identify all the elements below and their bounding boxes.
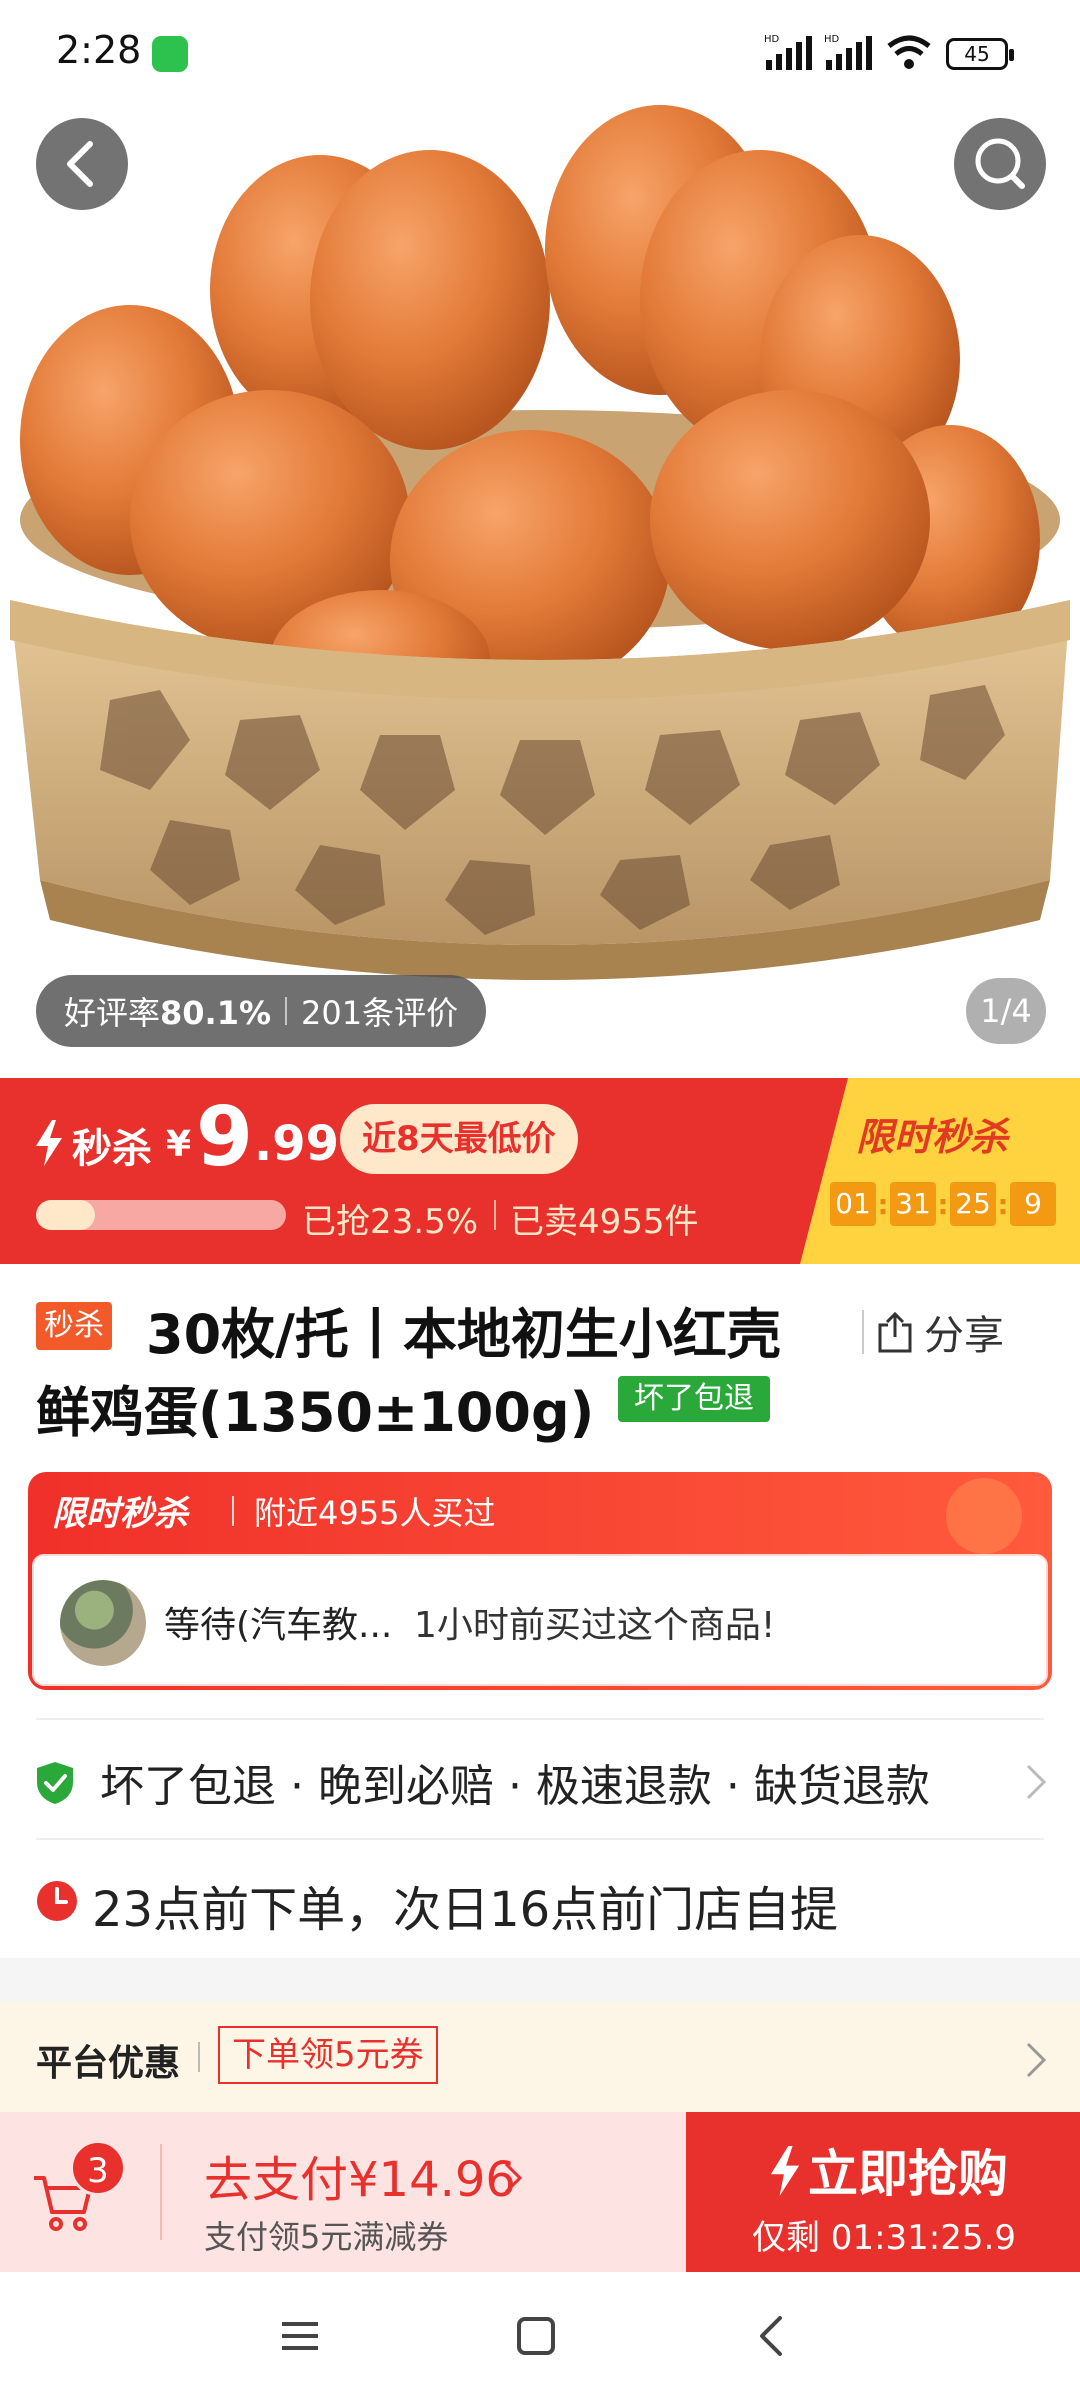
remaining-time: 仅剩 01:31:25.9 xyxy=(752,2218,1016,2258)
bolt-icon xyxy=(36,1120,62,1166)
buyers-card-separator xyxy=(232,1496,234,1526)
product-title-line2: 鲜鸡蛋(1350±100g) xyxy=(36,1381,595,1444)
countdown-colon: : xyxy=(877,1187,889,1221)
nav-back-icon[interactable] xyxy=(742,2306,802,2366)
flash-sale-label: 秒杀 xyxy=(72,1126,152,1172)
svg-text:HD: HD xyxy=(824,34,840,45)
countdown-timer: 01 : 31 : 25 : 9 xyxy=(830,1182,1056,1226)
recent-buyers-card[interactable]: 限时秒杀 附近4955人买过 等待(汽车教... 1小时前买过这个商品! xyxy=(28,1472,1052,1690)
egg-basket-image xyxy=(0,0,1080,1078)
service-guarantees-text: 坏了包退 · 晚到必赔 · 极速退款 · 缺货退款 xyxy=(100,1761,930,1812)
back-icon xyxy=(67,141,93,187)
rating-separator xyxy=(285,997,288,1025)
refund-tag: 坏了包退 xyxy=(618,1376,770,1422)
chevron-right-icon xyxy=(1026,1764,1047,1800)
wechat-notification-icon xyxy=(152,36,188,72)
countdown-tenths: 9 xyxy=(1010,1182,1056,1226)
review-count: 201条评价 xyxy=(301,994,459,1032)
sold-separator xyxy=(494,1200,496,1230)
limited-sale-title: 限时秒杀 xyxy=(856,1115,1009,1159)
bolt-icon xyxy=(770,2146,800,2196)
flash-tag: 秒杀 xyxy=(36,1302,112,1350)
coupon-chip[interactable]: 下单领5元券 xyxy=(218,2026,438,2084)
flash-sale-banner: 秒杀 ¥ 9 .99 近8天最低价 已抢23.5% 已卖4955件 限时秒杀 0… xyxy=(0,1078,1080,1264)
buyer-action: 1小时前买过这个商品! xyxy=(414,1605,776,1646)
product-title-line1: 30枚/托丨本地初生小红壳 xyxy=(146,1303,781,1366)
flash-badge-icon xyxy=(946,1478,1022,1554)
countdown-colon: : xyxy=(937,1187,949,1221)
shield-check-icon xyxy=(37,1762,73,1804)
pickup-info-text: 23点前下单，次日16点前门店自提 xyxy=(92,1882,839,1938)
service-guarantees-row[interactable]: 坏了包退 · 晚到必赔 · 极速退款 · 缺货退款 xyxy=(0,1720,1080,1838)
sale-progress-bar xyxy=(36,1200,286,1230)
share-icon xyxy=(878,1311,912,1353)
action-separator xyxy=(160,2144,162,2240)
battery-indicator: 45 xyxy=(946,38,1014,70)
coupon-separator xyxy=(198,2042,200,2072)
grabbed-percent: 已抢23.5% xyxy=(302,1202,479,1242)
home-icon[interactable] xyxy=(506,2306,566,2366)
price-currency: ¥ xyxy=(166,1124,192,1165)
share-label: 分享 xyxy=(924,1313,1004,1359)
cart-count-badge: 3 xyxy=(70,2140,126,2196)
system-navigation-bar xyxy=(0,2272,1080,2400)
price-decimal: .99 xyxy=(254,1116,340,1172)
bottom-action-bar: 3 去支付¥14.96 支付领5元满减券 立即抢购 仅剩 01:31:25.9 xyxy=(0,2112,1080,2272)
countdown-minutes: 31 xyxy=(890,1182,936,1226)
signal-icon: HD xyxy=(764,34,812,70)
menu-icon[interactable] xyxy=(270,2306,330,2366)
countdown-hours: 01 xyxy=(830,1182,876,1226)
countdown-colon: : xyxy=(997,1187,1009,1221)
pickup-info-row: 23点前下单，次日16点前门店自提 xyxy=(0,1840,1080,1958)
rating-value: 80.1% xyxy=(160,994,272,1032)
status-time: 2:28 xyxy=(56,28,142,72)
buyer-name: 等待(汽车教... xyxy=(164,1605,393,1646)
nearby-buyers: 附近4955人买过 xyxy=(254,1494,496,1532)
chevron-right-icon xyxy=(1026,2042,1047,2078)
wifi-icon xyxy=(887,35,931,69)
product-page: 好评率80.1% 201条评价 1/4 2:28 HD HD 45 秒杀 ¥ 9… xyxy=(0,0,1080,2400)
platform-coupon-row[interactable]: 平台优惠 下单领5元券 xyxy=(0,2002,1080,2112)
sale-progress-fill xyxy=(36,1200,95,1230)
search-icon xyxy=(975,138,1025,189)
svg-text:HD: HD xyxy=(764,34,780,45)
pay-subtitle: 支付领5元满减券 xyxy=(204,2218,449,2256)
buyers-card-title: 限时秒杀 xyxy=(52,1494,188,1534)
pay-button-label[interactable]: 去支付¥14.96 xyxy=(204,2140,516,2210)
chevron-right-icon xyxy=(504,2162,523,2194)
countdown-seconds: 25 xyxy=(950,1182,996,1226)
buy-now-label[interactable]: 立即抢购 xyxy=(808,2134,1008,2206)
back-button[interactable] xyxy=(36,118,128,210)
clock-icon xyxy=(37,1881,77,1921)
rating-pill[interactable]: 好评率80.1% 201条评价 xyxy=(36,975,487,1047)
image-pager: 1/4 xyxy=(966,978,1046,1044)
status-bar: 2:28 HD HD 45 xyxy=(0,0,1080,110)
search-button[interactable] xyxy=(954,118,1046,210)
product-title-section: 秒杀 30枚/托丨本地初生小红壳 分享 鲜鸡蛋(1350±100g) 坏了包退 xyxy=(0,1264,1080,1464)
product-image-gallery[interactable]: 好评率80.1% 201条评价 1/4 xyxy=(0,0,1080,1078)
lowest-price-badge: 近8天最低价 xyxy=(340,1104,578,1174)
recent-buyer-row: 等待(汽车教... 1小时前买过这个商品! xyxy=(32,1554,1048,1686)
signal-icon-2: HD xyxy=(824,34,872,70)
sold-count: 已卖4955件 xyxy=(510,1202,699,1242)
share-button[interactable]: 分享 xyxy=(862,1302,1004,1362)
platform-discount-label: 平台优惠 xyxy=(36,2043,181,2084)
rating-label: 好评率 xyxy=(64,994,161,1032)
price-integer: 9 xyxy=(196,1090,254,1185)
avatar xyxy=(60,1580,146,1666)
section-gap xyxy=(0,1958,1080,2002)
